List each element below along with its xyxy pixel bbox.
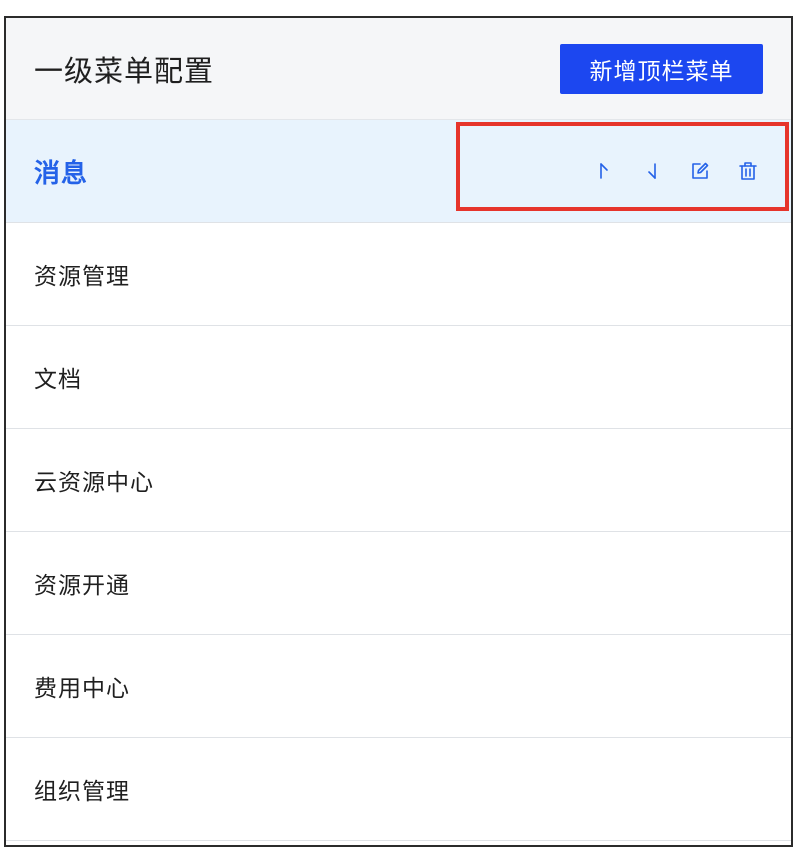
move-up-icon[interactable] — [589, 156, 619, 186]
menu-item-billing-center[interactable]: 费用中心 — [6, 635, 791, 738]
menu-item-label: 云资源中心 — [34, 470, 154, 496]
menu-list: 消息 资源管理 文档 云资源中心 资源开通 费用中心 组织管理 — [6, 120, 791, 841]
menu-item-label: 文档 — [34, 367, 82, 393]
menu-config-panel: 一级菜单配置 新增顶栏菜单 消息 资源管理 文档 云资源中心 资源开通 费用中心… — [4, 16, 793, 847]
menu-item-label: 资源管理 — [34, 264, 130, 290]
move-down-icon[interactable] — [637, 156, 667, 186]
edit-icon[interactable] — [685, 156, 715, 186]
menu-item-organization-management[interactable]: 组织管理 — [6, 738, 791, 841]
panel-header: 一级菜单配置 新增顶栏菜单 — [6, 18, 791, 120]
add-top-menu-button[interactable]: 新增顶栏菜单 — [560, 43, 763, 94]
menu-item-cloud-resource-center[interactable]: 云资源中心 — [6, 429, 791, 532]
page-title: 一级菜单配置 — [34, 53, 215, 88]
menu-item-resource-management[interactable]: 资源管理 — [6, 223, 791, 326]
menu-item-label: 消息 — [34, 158, 89, 189]
delete-icon[interactable] — [733, 156, 763, 186]
menu-item-label: 资源开通 — [34, 573, 130, 599]
menu-item-label: 组织管理 — [34, 779, 130, 805]
menu-item-docs[interactable]: 文档 — [6, 326, 791, 429]
menu-item-resource-provisioning[interactable]: 资源开通 — [6, 532, 791, 635]
menu-item-label: 费用中心 — [34, 676, 130, 702]
menu-item-messages[interactable]: 消息 — [6, 120, 791, 223]
menu-item-actions — [571, 156, 763, 186]
